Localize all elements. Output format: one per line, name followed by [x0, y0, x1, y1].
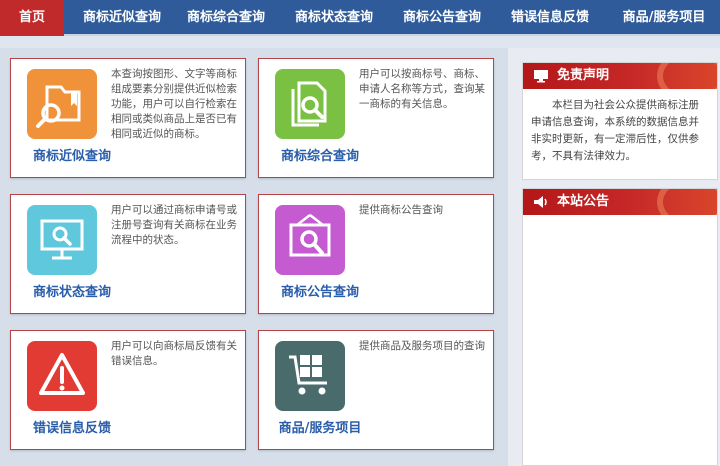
card-description: 提供商标公告查询 — [359, 204, 443, 216]
monitor-search-icon — [27, 205, 97, 275]
frame-search-icon — [275, 205, 345, 275]
card-title: 商标近似查询 — [32, 149, 111, 164]
card-comprehensive-search[interactable]: 商标综合查询 用户可以按商标号、商标、申请人名称等方式，查询某一商标的有关信息。 — [258, 58, 494, 178]
header-decoration — [657, 63, 717, 89]
main-panel: 商标近似查询 本查询按图形、文字等商标组成要素分别提供近似检索功能，用户可以自行… — [0, 48, 508, 466]
nav-status-search[interactable]: 商标状态查询 — [286, 0, 382, 36]
notice-header: 本站公告 — [523, 189, 717, 215]
disclaimer-title: 免责声明 — [557, 68, 610, 83]
card-description: 提供商品及服务项目的查询 — [359, 340, 485, 352]
notice-panel: 本站公告 — [522, 188, 718, 466]
document-search-icon — [275, 69, 345, 139]
nav-announcement-search[interactable]: 商标公告查询 — [394, 0, 490, 36]
card-title: 商标综合查询 — [280, 149, 359, 164]
card-announcement-search[interactable]: 商标公告查询 提供商标公告查询 — [258, 194, 494, 314]
card-similar-search[interactable]: 商标近似查询 本查询按图形、文字等商标组成要素分别提供近似检索功能，用户可以自行… — [10, 58, 246, 178]
monitor-icon — [534, 70, 548, 83]
card-title: 商标状态查询 — [32, 285, 111, 300]
card-title: 商品/服务项目 — [278, 421, 362, 436]
card-title: 商标公告查询 — [280, 285, 359, 300]
card-status-search[interactable]: 商标状态查询 用户可以通过商标申请号或注册号查询有关商标在业务流程中的状态。 — [10, 194, 246, 314]
card-title: 错误信息反馈 — [32, 421, 111, 436]
disclaimer-body: 本栏目为社会公众提供商标注册申请信息查询，本系统的数据信息并非实时更新，有一定滞… — [531, 99, 699, 162]
card-description: 用户可以按商标号、商标、申请人名称等方式，查询某一商标的有关信息。 — [359, 68, 485, 110]
card-description: 本查询按图形、文字等商标组成要素分别提供近似检索功能，用户可以自行检索在相同或类… — [111, 68, 237, 140]
card-description: 用户可以通过商标申请号或注册号查询有关商标在业务流程中的状态。 — [111, 204, 237, 246]
speaker-icon — [534, 196, 547, 208]
sidebar: 免责声明 本栏目为社会公众提供商标注册申请信息查询，本系统的数据信息并非实时更新… — [508, 48, 720, 466]
header-decoration — [657, 189, 717, 215]
nav-similar-search[interactable]: 商标近似查询 — [74, 0, 170, 36]
nav-comprehensive-search[interactable]: 商标综合查询 — [178, 0, 274, 36]
nav-error-feedback[interactable]: 错误信息反馈 — [502, 0, 598, 36]
nav-goods-services[interactable]: 商品/服务项目 — [612, 0, 716, 36]
disclaimer-panel: 免责声明 本栏目为社会公众提供商标注册申请信息查询，本系统的数据信息并非实时更新… — [522, 62, 718, 180]
folder-search-icon — [27, 69, 97, 139]
card-goods-services[interactable]: 商品/服务项目 提供商品及服务项目的查询 — [258, 330, 494, 450]
disclaimer-header: 免责声明 — [523, 63, 717, 89]
top-nav: 首页 商标近似查询 商标综合查询 商标状态查询 商标公告查询 错误信息反馈 商品… — [0, 0, 720, 36]
cart-icon — [275, 341, 345, 411]
nav-home[interactable]: 首页 — [0, 0, 64, 36]
card-error-feedback[interactable]: 错误信息反馈 用户可以向商标局反馈有关错误信息。 — [10, 330, 246, 450]
notice-title: 本站公告 — [557, 194, 610, 209]
card-description: 用户可以向商标局反馈有关错误信息。 — [111, 340, 237, 367]
warning-icon — [27, 341, 97, 411]
